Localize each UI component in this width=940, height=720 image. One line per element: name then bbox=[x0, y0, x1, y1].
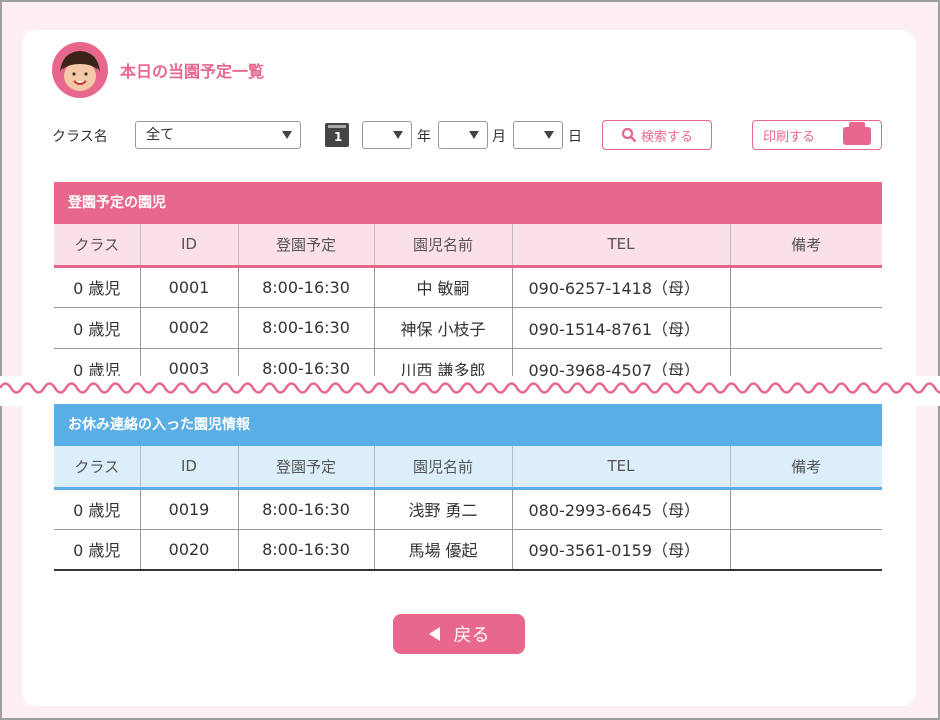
chevron-down-icon bbox=[544, 131, 554, 139]
col-note: 備考 bbox=[730, 224, 882, 268]
chevron-down-icon bbox=[469, 131, 479, 139]
class-select-value: 全て bbox=[146, 127, 174, 143]
col-class: クラス bbox=[54, 446, 141, 490]
filter-bar: クラス名 全て 1 年 月 日 検索する 印刷する bbox=[52, 118, 882, 150]
absent-table: クラス ID 登園予定 園児名前 TEL 備考 0 歳児 0019 8:00-1… bbox=[54, 446, 882, 571]
col-name: 園児名前 bbox=[374, 224, 513, 268]
back-button[interactable]: 戻る bbox=[393, 614, 525, 654]
cell-name: 馬場 優起 bbox=[374, 529, 513, 571]
cell-schedule: 8:00-16:30 bbox=[238, 529, 375, 571]
class-label: クラス名 bbox=[52, 129, 108, 145]
chevron-down-icon bbox=[393, 131, 403, 139]
cell-tel: 090-1514-8761（母） bbox=[512, 307, 731, 349]
table-row: 0 歳児 0001 8:00-16:30 中 敏嗣 090-6257-1418（… bbox=[54, 266, 882, 308]
cell-name: 浅野 勇二 bbox=[374, 488, 513, 530]
cell-tel: 080-2993-6645（母） bbox=[512, 488, 731, 530]
cell-id: 0019 bbox=[140, 488, 239, 530]
col-note: 備考 bbox=[730, 446, 882, 490]
year-select[interactable] bbox=[362, 121, 412, 149]
day-select[interactable] bbox=[513, 121, 563, 149]
print-button[interactable]: 印刷する bbox=[752, 120, 882, 150]
year-label: 年 bbox=[417, 129, 431, 145]
cell-note bbox=[730, 529, 882, 571]
col-id: ID bbox=[140, 224, 239, 268]
table-row: 0 歳児 0002 8:00-16:30 神保 小枝子 090-1514-876… bbox=[54, 307, 882, 349]
calendar-icon[interactable]: 1 bbox=[325, 123, 349, 147]
day-label: 日 bbox=[568, 129, 582, 145]
month-select[interactable] bbox=[438, 121, 488, 149]
cell-tel: 090-3561-0159（母） bbox=[512, 529, 731, 571]
cell-schedule: 8:00-16:30 bbox=[238, 488, 375, 530]
col-name: 園児名前 bbox=[374, 446, 513, 490]
cell-name: 中 敏嗣 bbox=[374, 266, 513, 308]
col-tel: TEL bbox=[512, 224, 731, 268]
cell-class: 0 歳児 bbox=[54, 488, 141, 530]
absent-heading: お休み連絡の入った園児情報 bbox=[54, 404, 882, 446]
cell-class: 0 歳児 bbox=[54, 307, 141, 349]
col-tel: TEL bbox=[512, 446, 731, 490]
printer-icon bbox=[843, 122, 871, 145]
cell-schedule: 8:00-16:30 bbox=[238, 266, 375, 308]
cell-class: 0 歳児 bbox=[54, 529, 141, 571]
avatar bbox=[52, 42, 108, 98]
cell-id: 0001 bbox=[140, 266, 239, 308]
search-button[interactable]: 検索する bbox=[602, 120, 712, 150]
col-id: ID bbox=[140, 446, 239, 490]
back-button-label: 戻る bbox=[453, 625, 490, 646]
cell-tel: 090-6257-1418（母） bbox=[512, 266, 731, 308]
cell-name: 神保 小枝子 bbox=[374, 307, 513, 349]
class-select[interactable]: 全て bbox=[135, 121, 301, 149]
print-button-label: 印刷する bbox=[763, 129, 816, 145]
scheduled-table: クラス ID 登園予定 園児名前 TEL 備考 0 歳児 0001 8:00-1… bbox=[54, 224, 882, 390]
calendar-day: 1 bbox=[334, 130, 343, 144]
table-row: 0 歳児 0020 8:00-16:30 馬場 優起 090-3561-0159… bbox=[54, 529, 882, 571]
table-row: 0 歳児 0019 8:00-16:30 浅野 勇二 080-2993-6645… bbox=[54, 488, 882, 530]
page-header: 本日の当園予定一覧 bbox=[52, 42, 264, 98]
cell-note bbox=[730, 307, 882, 349]
cell-schedule: 8:00-16:30 bbox=[238, 307, 375, 349]
absent-section: お休み連絡の入った園児情報 クラス ID 登園予定 園児名前 TEL 備考 0 … bbox=[54, 404, 882, 571]
month-label: 月 bbox=[492, 129, 506, 145]
page-title: 本日の当園予定一覧 bbox=[120, 62, 265, 81]
cell-note bbox=[730, 266, 882, 308]
col-class: クラス bbox=[54, 224, 141, 268]
search-icon bbox=[621, 127, 637, 143]
cell-note bbox=[730, 488, 882, 530]
scheduled-section: 登園予定の園児 クラス ID 登園予定 園児名前 TEL 備考 0 歳児 000… bbox=[54, 182, 882, 390]
col-schedule: 登園予定 bbox=[238, 446, 375, 490]
arrow-left-icon bbox=[428, 627, 440, 641]
scheduled-heading: 登園予定の園児 bbox=[54, 182, 882, 224]
wave-divider-icon bbox=[0, 382, 940, 394]
cell-id: 0020 bbox=[140, 529, 239, 571]
cell-id: 0002 bbox=[140, 307, 239, 349]
cell-class: 0 歳児 bbox=[54, 266, 141, 308]
search-button-label: 検索する bbox=[640, 129, 693, 145]
chevron-down-icon bbox=[282, 131, 292, 139]
col-schedule: 登園予定 bbox=[238, 224, 375, 268]
